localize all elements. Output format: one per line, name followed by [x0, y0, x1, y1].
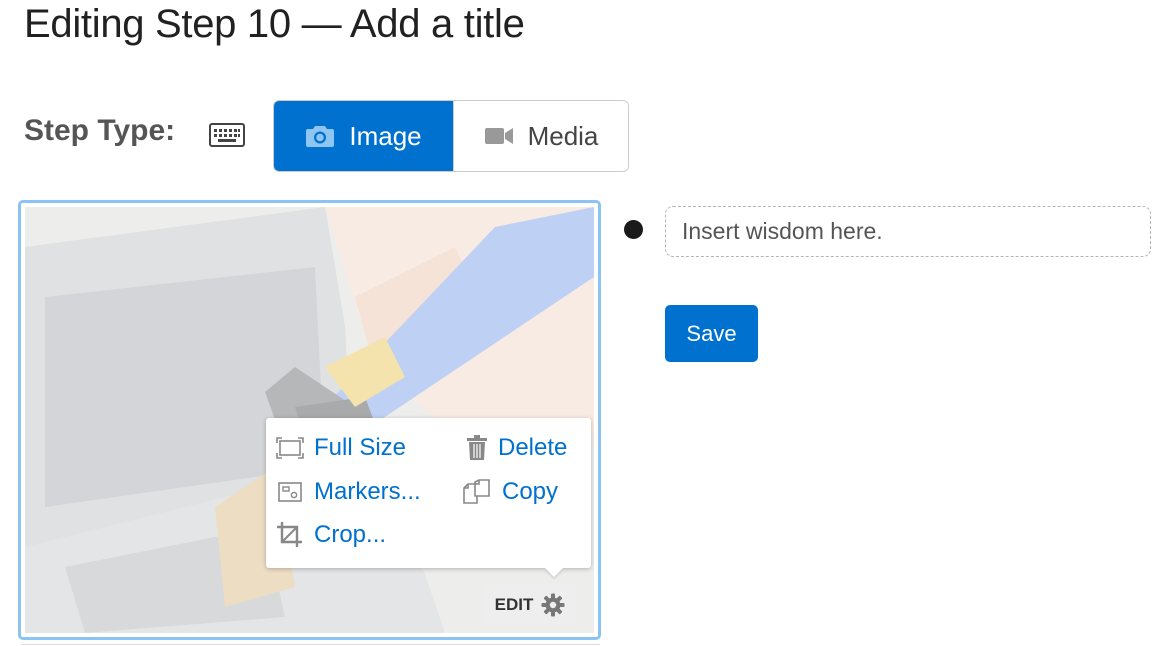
step-type-image-button[interactable]: Image [274, 101, 453, 171]
full-size-icon [276, 437, 304, 459]
crop-icon [277, 522, 302, 547]
menu-markers[interactable]: Markers... [276, 478, 421, 506]
menu-full-size-label: Full Size [314, 434, 407, 461]
edit-image-label: EDIT [494, 595, 534, 614]
step-type-row: Step Type: Image Media [24, 100, 644, 172]
save-button[interactable]: Save [665, 305, 758, 362]
menu-delete[interactable]: Delete [466, 434, 567, 462]
camera-icon [306, 126, 335, 147]
bullet-dot [624, 220, 643, 239]
gear-icon [541, 593, 565, 617]
image-bottom-divider [22, 644, 600, 645]
page-title: Editing Step 10 — Add a title [24, 2, 525, 46]
step-type-image-label: Image [349, 120, 422, 151]
menu-full-size[interactable]: Full Size [276, 434, 406, 462]
step-image-frame[interactable]: Full Size Delete Markers... Copy Crop...… [18, 200, 601, 640]
edit-image-button[interactable]: EDIT [484, 585, 576, 625]
step-type-media-label: Media [527, 120, 599, 151]
menu-crop-label: Crop... [314, 521, 387, 548]
step-type-media-button[interactable]: Media [453, 101, 628, 171]
step-type-label: Step Type: [24, 114, 176, 147]
menu-delete-label: Delete [498, 434, 568, 461]
markers-icon [278, 482, 302, 502]
menu-copy[interactable]: Copy [462, 478, 558, 506]
copy-icon [463, 479, 490, 504]
menu-copy-label: Copy [502, 478, 559, 505]
step-type-toggle: Image Media [273, 100, 629, 172]
bullet-text-input[interactable] [665, 206, 1151, 257]
step-image: Full Size Delete Markers... Copy Crop...… [25, 207, 594, 633]
trash-icon [467, 435, 487, 460]
video-camera-icon [484, 128, 513, 144]
keyboard-icon[interactable] [209, 123, 245, 147]
menu-crop[interactable]: Crop... [276, 521, 386, 549]
image-edit-menu: Full Size Delete Markers... Copy Crop... [266, 418, 591, 568]
menu-markers-label: Markers... [314, 478, 421, 505]
